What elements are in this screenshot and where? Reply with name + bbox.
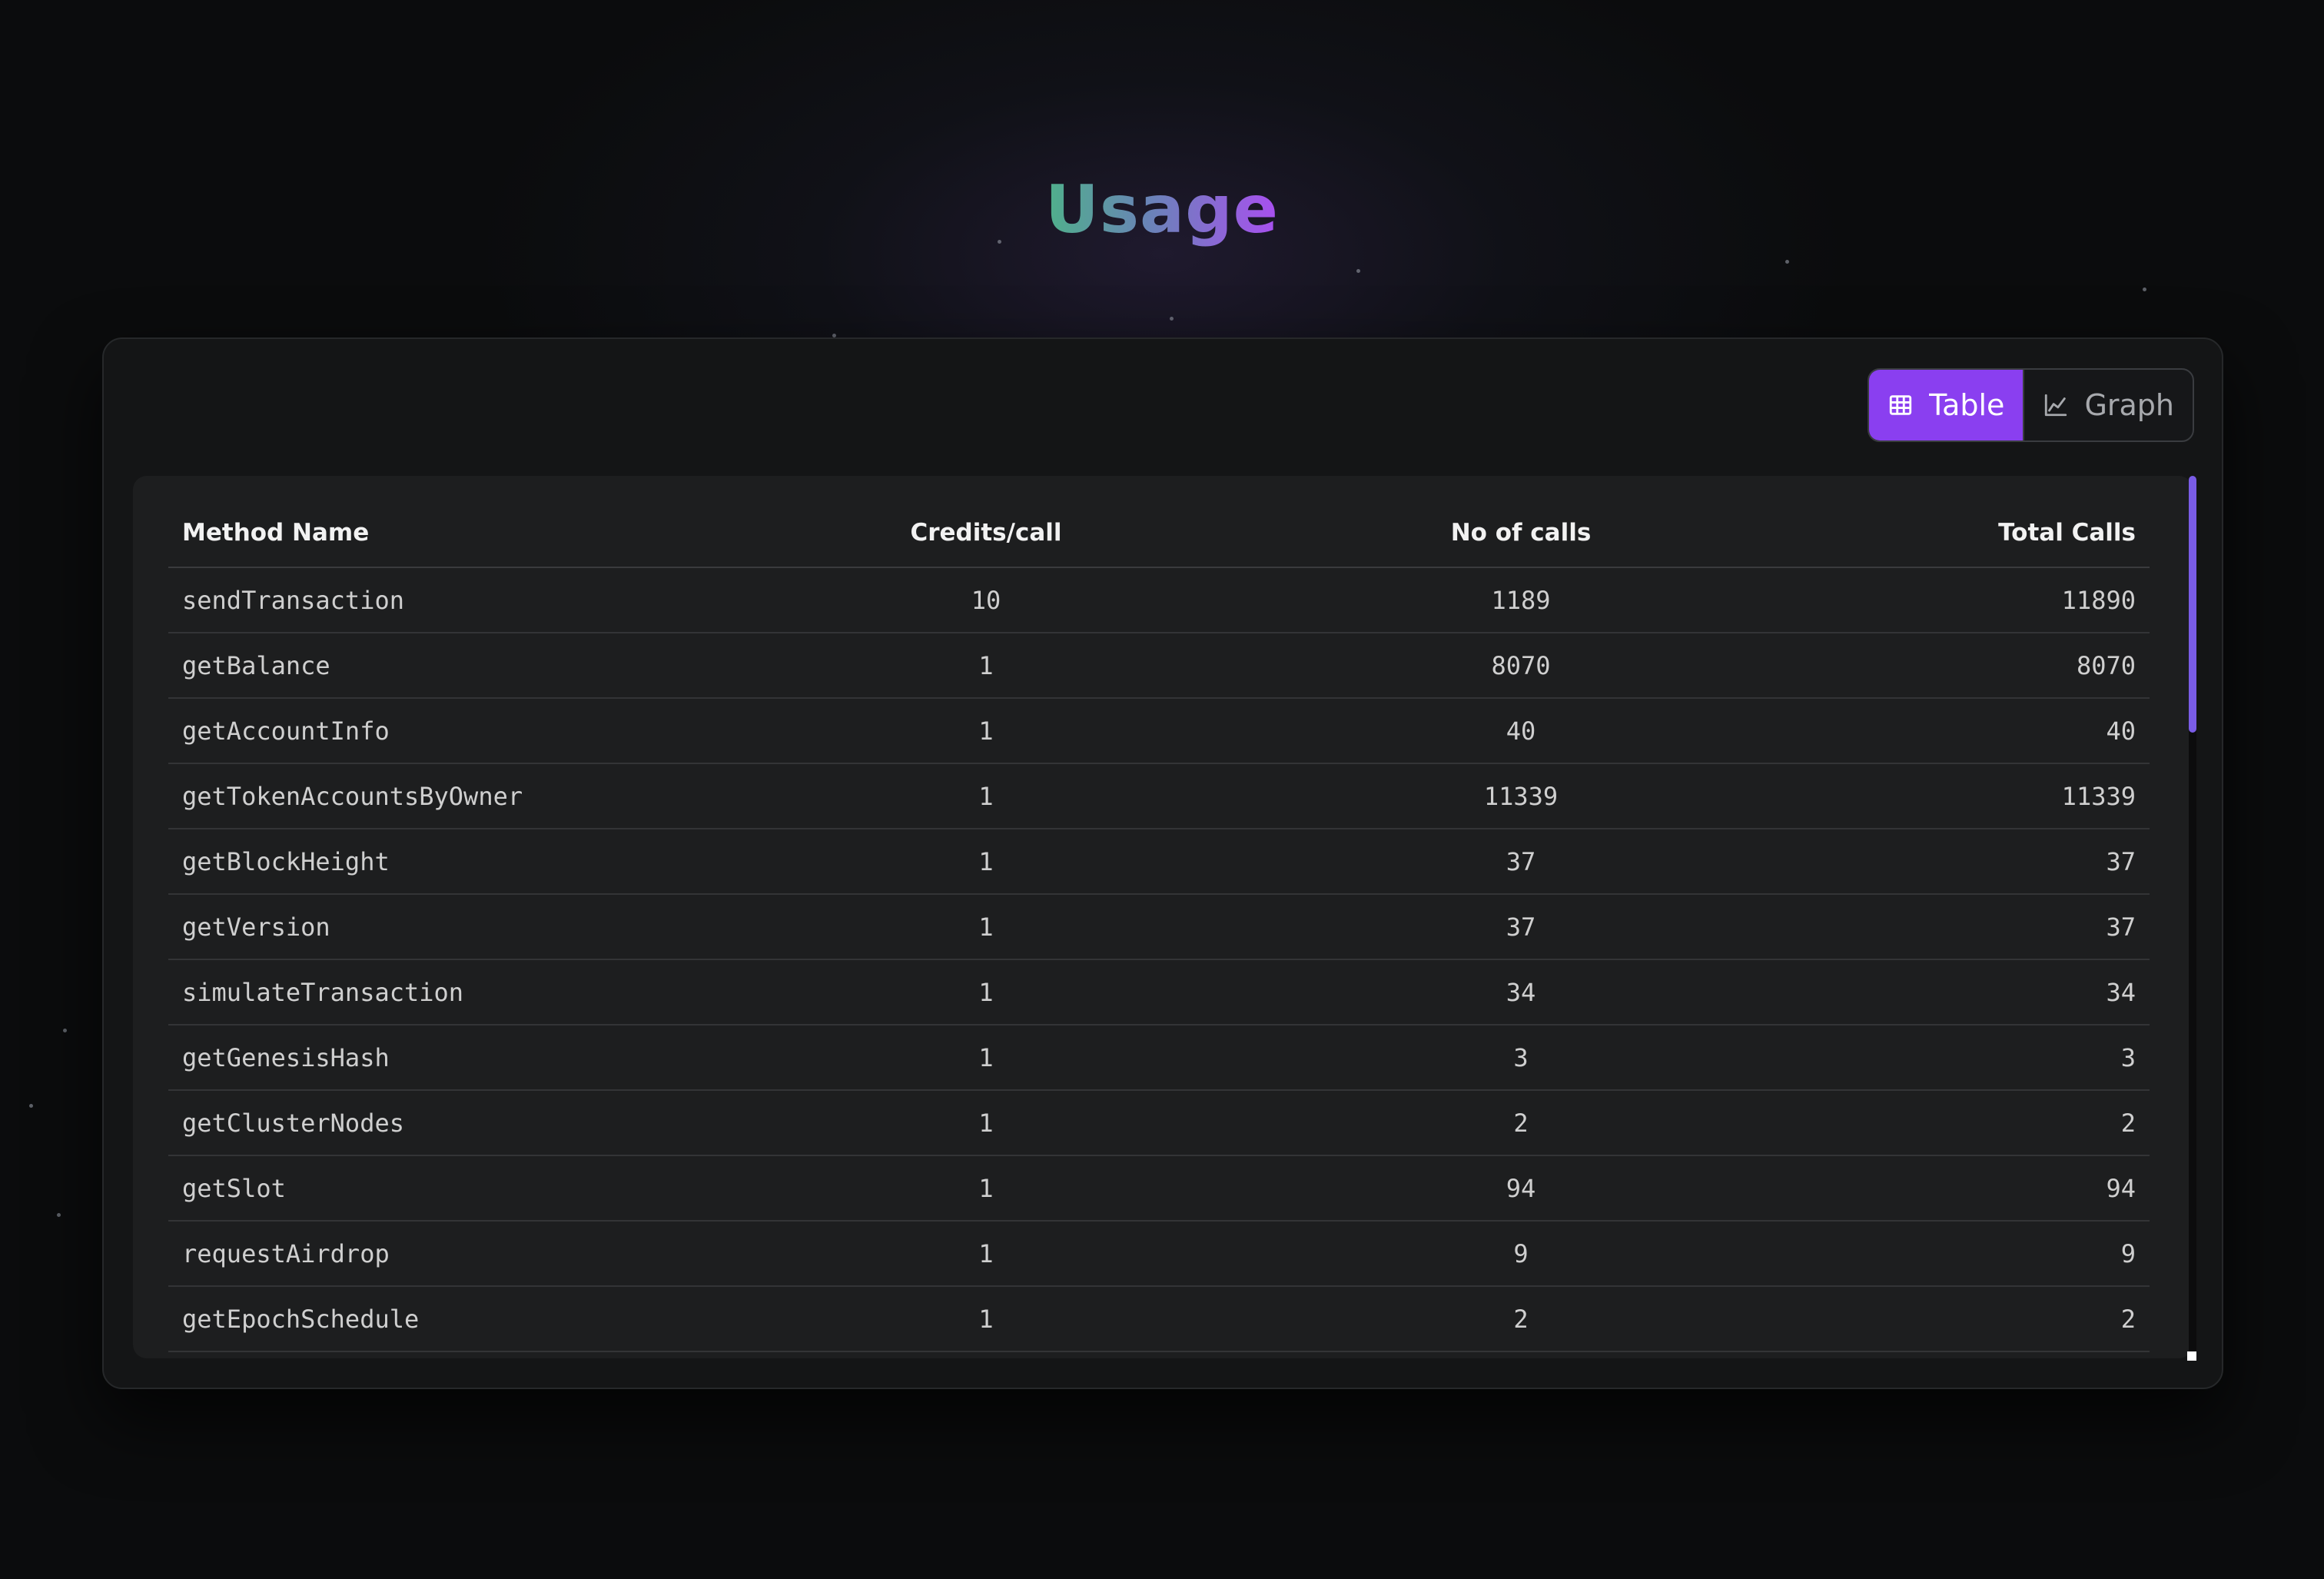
calls-cell: 34	[1215, 959, 1827, 1026]
table-row: getGenesisHash 1 3 3	[168, 1025, 2150, 1091]
credits-cell: 10	[757, 567, 1215, 633]
credits-cell: 1	[757, 829, 1215, 895]
page-title: Usage	[0, 168, 2324, 252]
credits-cell: 1	[757, 1221, 1215, 1287]
usage-table: Method Name Credits/call No of calls Tot…	[168, 499, 2150, 1352]
method-name-cell: getVersion	[168, 894, 757, 960]
credits-cell: 1	[757, 1286, 1215, 1352]
credits-cell: 1	[757, 1090, 1215, 1156]
header-credits-per-call: Credits/call	[757, 499, 1215, 568]
table-row: getBalance 1 8070 8070	[168, 633, 2150, 699]
method-name-cell: getGenesisHash	[168, 1025, 757, 1091]
resize-handle[interactable]	[2187, 1351, 2196, 1361]
calls-cell: 37	[1215, 894, 1827, 960]
method-name-cell: getBlockHeight	[168, 829, 757, 895]
table-view-label: Table	[1929, 388, 2005, 422]
total-cell: 34	[1827, 959, 2150, 1026]
total-cell: 37	[1827, 894, 2150, 960]
credits-cell: 1	[757, 894, 1215, 960]
calls-cell: 40	[1215, 698, 1827, 764]
background-star	[2143, 288, 2146, 291]
table-scrollbar[interactable]	[2189, 476, 2196, 1358]
total-cell: 2	[1827, 1090, 2150, 1156]
header-no-of-calls: No of calls	[1215, 499, 1827, 568]
graph-view-label: Graph	[2084, 388, 2174, 422]
table-row: getClusterNodes 1 2 2	[168, 1090, 2150, 1156]
method-name-cell: getClusterNodes	[168, 1090, 757, 1156]
background-star	[57, 1213, 61, 1217]
table-grid-icon	[1890, 395, 1912, 415]
total-cell: 2	[1827, 1286, 2150, 1352]
background-star	[1356, 269, 1360, 273]
table-row: getSlot 1 94 94	[168, 1155, 2150, 1222]
table-row: getEpochSchedule 1 2 2	[168, 1286, 2150, 1352]
credits-cell: 1	[757, 959, 1215, 1026]
total-cell: 8070	[1827, 633, 2150, 699]
calls-cell: 37	[1215, 829, 1827, 895]
page-title-text: Usage	[1045, 171, 1279, 248]
method-name-cell: simulateTransaction	[168, 959, 757, 1026]
total-cell: 37	[1827, 829, 2150, 895]
table-row: simulateTransaction 1 34 34	[168, 959, 2150, 1026]
table-view-button[interactable]: Table	[1869, 370, 2024, 440]
method-name-cell: getEpochSchedule	[168, 1286, 757, 1352]
method-name-cell: getBalance	[168, 633, 757, 699]
header-total-calls: Total Calls	[1827, 499, 2150, 568]
credits-cell: 1	[757, 698, 1215, 764]
table-row: sendTransaction 10 1189 11890	[168, 567, 2150, 633]
table-row: getVersion 1 37 37	[168, 894, 2150, 960]
view-toggle: Table Graph	[1868, 368, 2194, 442]
credits-cell: 1	[757, 1155, 1215, 1222]
calls-cell: 3	[1215, 1025, 1827, 1091]
calls-cell: 9	[1215, 1221, 1827, 1287]
line-chart-icon	[2045, 394, 2067, 417]
calls-cell: 11339	[1215, 763, 1827, 829]
credits-cell: 1	[757, 763, 1215, 829]
graph-view-button[interactable]: Graph	[2023, 370, 2193, 440]
calls-cell: 2	[1215, 1286, 1827, 1352]
method-name-cell: getSlot	[168, 1155, 757, 1222]
table-row: getTokenAccountsByOwner 1 11339 11339	[168, 763, 2150, 829]
credits-cell: 1	[757, 1025, 1215, 1091]
usage-table-container[interactable]: Method Name Credits/call No of calls Tot…	[133, 476, 2193, 1358]
method-name-cell: sendTransaction	[168, 567, 757, 633]
background-star	[1170, 317, 1174, 321]
table-row: getBlockHeight 1 37 37	[168, 829, 2150, 895]
usage-panel: Table Graph Method Name Credits/call No …	[102, 337, 2223, 1389]
background-star	[63, 1029, 67, 1032]
table-row: requestAirdrop 1 9 9	[168, 1221, 2150, 1287]
table-scrollbar-thumb[interactable]	[2189, 476, 2196, 733]
calls-cell: 94	[1215, 1155, 1827, 1222]
background-star	[29, 1104, 33, 1108]
total-cell: 3	[1827, 1025, 2150, 1091]
method-name-cell: getTokenAccountsByOwner	[168, 763, 757, 829]
total-cell: 11890	[1827, 567, 2150, 633]
background-star	[1785, 260, 1789, 264]
total-cell: 94	[1827, 1155, 2150, 1222]
header-method-name: Method Name	[168, 499, 757, 568]
table-header-row: Method Name Credits/call No of calls Tot…	[168, 499, 2150, 568]
total-cell: 9	[1827, 1221, 2150, 1287]
calls-cell: 2	[1215, 1090, 1827, 1156]
calls-cell: 1189	[1215, 567, 1827, 633]
method-name-cell: requestAirdrop	[168, 1221, 757, 1287]
table-row: getAccountInfo 1 40 40	[168, 698, 2150, 764]
calls-cell: 8070	[1215, 633, 1827, 699]
total-cell: 11339	[1827, 763, 2150, 829]
method-name-cell: getAccountInfo	[168, 698, 757, 764]
credits-cell: 1	[757, 633, 1215, 699]
total-cell: 40	[1827, 698, 2150, 764]
